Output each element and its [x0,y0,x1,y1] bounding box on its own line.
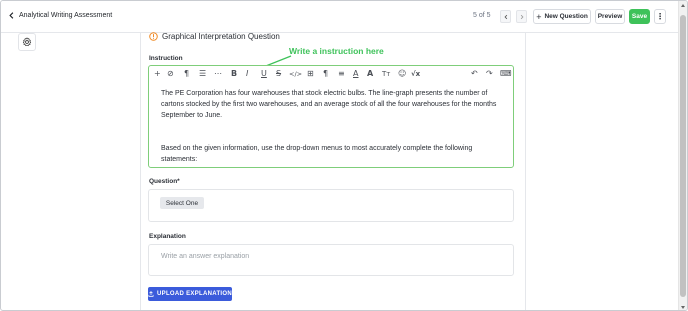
formula-icon[interactable]: √x [411,69,420,79]
editor-toolbar: + ⊘ ¶ ☰ ⋯ B I U S </> ⊞ ¶ ≡ A A Tт ☺ √x … [149,66,513,84]
gear-icon [22,37,32,47]
vertical-scrollbar[interactable] [678,1,687,310]
back-link[interactable]: Analytical Writing Assessment [8,12,112,19]
text-height-icon[interactable]: Tт [382,69,390,79]
bold-icon[interactable]: B [231,69,237,79]
instruction-text[interactable]: The PE Corporation has four warehouses t… [161,88,501,165]
instruction-label: Instruction [149,55,183,62]
question-type-label: Graphical Interpretation Question [162,32,280,41]
redo-icon[interactable]: ↷ [486,69,493,79]
italic-icon[interactable]: I [246,69,248,79]
select-one-dropdown[interactable]: Select One [160,197,204,209]
question-pager: 5 of 5 [473,12,491,19]
upload-explanation-button[interactable]: UPLOAD EXPLANATION [148,287,232,301]
indent-icon[interactable]: ¶ [323,69,328,79]
instruction-annotation: Write a instruction here [289,46,384,56]
kebab-icon: ⋮ [656,12,664,21]
instruction-paragraph: Based on the given information, use the … [161,145,473,163]
add-icon[interactable]: + [154,69,161,79]
settings-sidebar [1,33,141,310]
question-label: Question* [149,178,180,185]
more-icon[interactable]: ⋯ [214,69,222,79]
next-question-button[interactable] [516,10,527,23]
emoji-icon[interactable]: ☺ [398,69,406,79]
upload-label: UPLOAD EXPLANATION [157,291,232,297]
info-alert-icon [149,32,158,41]
link-icon[interactable]: ⊘ [167,69,174,79]
save-label: Save [631,13,648,20]
instruction-paragraph: The PE Corporation has four warehouses t… [161,90,497,119]
scrollbar-thumb[interactable] [680,15,686,297]
preview-label: Preview [597,13,623,20]
keyboard-icon[interactable]: ⌨ [500,69,512,79]
preview-button[interactable]: Preview [595,9,625,24]
table-icon[interactable]: ⊞ [307,69,314,79]
instruction-editor[interactable]: + ⊘ ¶ ☰ ⋯ B I U S </> ⊞ ¶ ≡ A A Tт ☺ √x … [148,65,514,168]
underline-icon[interactable]: U [261,69,267,79]
back-link-label: Analytical Writing Assessment [19,12,113,19]
scroll-down-arrow-icon[interactable] [681,306,685,309]
app-window: Analytical Writing Assessment 5 of 5 + N… [0,0,688,311]
align-icon[interactable]: ≡ [338,69,345,79]
question-type-title: Graphical Interpretation Question [149,32,280,41]
chevron-left-icon [9,12,14,19]
font-size-icon[interactable]: A [367,69,373,79]
right-panel [525,33,679,310]
new-question-button[interactable]: + New Question [533,9,591,24]
save-button[interactable]: Save [629,9,650,24]
font-color-icon[interactable]: A [353,69,358,79]
code-icon[interactable]: </> [289,69,302,79]
more-options-button[interactable]: ⋮ [654,9,666,24]
prev-question-button[interactable] [500,10,511,23]
undo-icon[interactable]: ↶ [471,69,478,79]
explanation-placeholder[interactable]: Write an answer explanation [161,253,249,260]
new-question-label: New Question [544,13,588,20]
explanation-field[interactable] [148,244,514,276]
upload-icon [148,291,154,297]
list-icon[interactable]: ☰ [199,69,206,79]
chevron-right-icon [520,14,523,19]
explanation-label: Explanation [149,233,186,240]
top-bar: Analytical Writing Assessment 5 of 5 + N… [1,1,679,33]
strikethrough-icon[interactable]: S [276,69,281,79]
plus-icon: + [536,11,542,22]
chevron-left-icon [504,14,507,19]
select-one-label: Select One [165,199,199,207]
paragraph-icon[interactable]: ¶ [184,69,189,79]
scroll-up-arrow-icon[interactable] [681,4,685,7]
settings-button[interactable] [18,33,36,51]
